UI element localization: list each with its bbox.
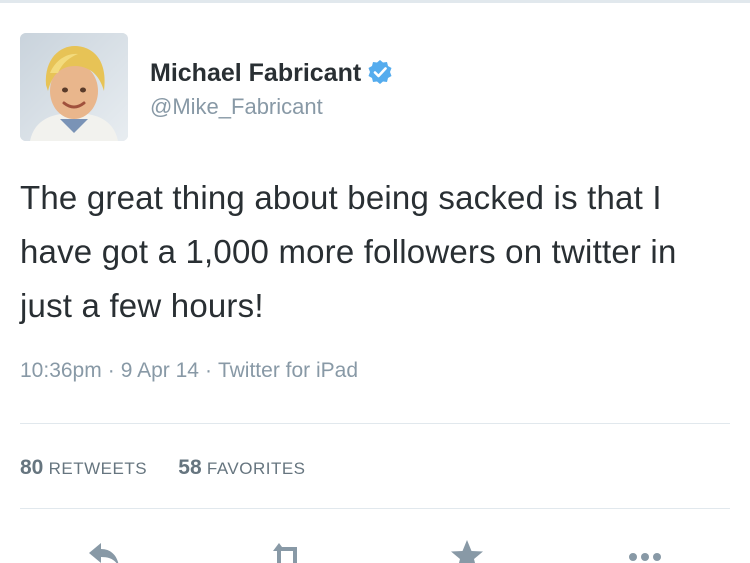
retweet-icon[interactable] — [267, 537, 307, 563]
meta-separator: · — [204, 359, 212, 382]
tweet-source[interactable]: Twitter for iPad — [218, 359, 358, 382]
retweet-count-label: Retweets — [48, 459, 148, 478]
tweet-text: The great thing about being sacked is th… — [20, 179, 677, 324]
meta-separator: · — [107, 359, 115, 382]
favorite-count[interactable]: 58 Favorites — [178, 456, 305, 480]
tweet-stats: 80 Retweets 58 Favorites — [20, 456, 332, 480]
reply-icon[interactable] — [85, 537, 125, 563]
divider — [20, 423, 730, 424]
favorite-count-label: Favorites — [206, 459, 306, 478]
favorite-count-value: 58 — [178, 456, 202, 479]
tweet-actions — [85, 537, 705, 563]
verified-badge-icon — [367, 59, 393, 85]
tweet-date[interactable]: 9 Apr 14 — [121, 359, 199, 382]
retweet-count[interactable]: 80 Retweets — [20, 456, 147, 480]
author-block: Michael Fabricant @Mike_Fabricant — [150, 59, 393, 120]
tweet-card: Michael Fabricant @Mike_Fabricant The gr… — [0, 0, 750, 563]
divider — [20, 508, 730, 509]
favorite-star-icon[interactable] — [447, 537, 487, 563]
tweet-time[interactable]: 10:36pm — [20, 359, 102, 382]
avatar[interactable] — [20, 33, 128, 141]
author-handle[interactable]: @Mike_Fabricant — [150, 94, 393, 120]
author-name[interactable]: Michael Fabricant — [150, 59, 361, 88]
retweet-count-value: 80 — [20, 456, 44, 479]
tweet-meta: 10:36pm · 9 Apr 14 · Twitter for iPad — [20, 359, 358, 383]
more-dots-icon[interactable] — [625, 537, 665, 563]
